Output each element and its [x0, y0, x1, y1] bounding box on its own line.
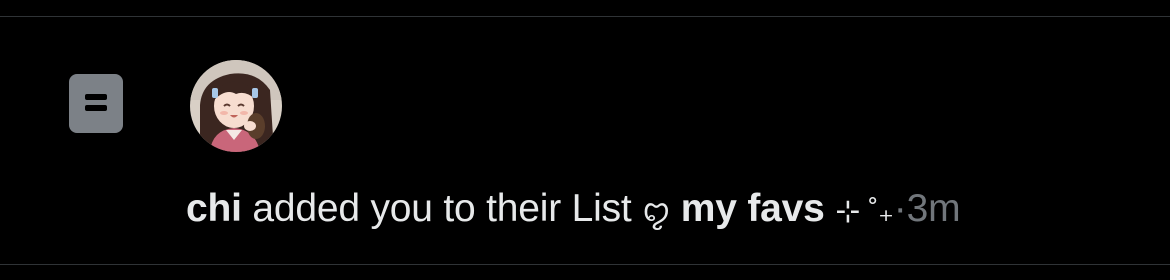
top-divider	[0, 16, 1170, 17]
list-name[interactable]: my favs	[681, 187, 825, 230]
user-avatar[interactable]	[190, 60, 282, 152]
bottom-divider	[0, 264, 1170, 265]
timestamp: 3m	[906, 187, 961, 230]
list-suffix-decoration: ⊹ ˚₊	[835, 195, 894, 228]
avatar-image	[190, 60, 282, 152]
list-icon	[69, 74, 123, 133]
list-icon-bar	[85, 105, 107, 111]
notification-text: chi added you to their List ꨄ my favs ⊹ …	[186, 186, 961, 235]
user-name[interactable]: chi	[186, 187, 242, 230]
action-text: added you to their List	[252, 187, 632, 230]
list-prefix-decoration: ꨄ	[642, 195, 671, 228]
list-icon-bar	[85, 94, 107, 100]
separator-dot: ·	[893, 187, 907, 230]
